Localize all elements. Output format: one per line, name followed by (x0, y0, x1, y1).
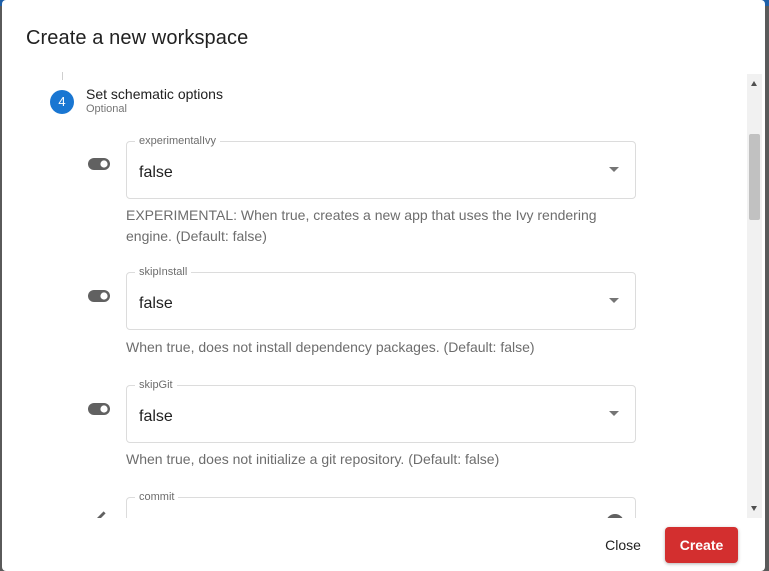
dialog-title: Create a new workspace (26, 27, 249, 49)
scroll-up-arrow-icon[interactable] (751, 81, 757, 86)
create-workspace-dialog: Create a new workspace 4 Set schematic o… (2, 0, 765, 571)
step-label[interactable]: Set schematic options (86, 86, 223, 102)
skip-install-hint: When true, does not install dependency p… (126, 339, 535, 355)
toggle-icon (88, 403, 110, 415)
field-value: false (139, 295, 173, 312)
field-label: commit (135, 490, 179, 504)
skip-git-hint: When true, does not initialize a git rep… (126, 451, 500, 467)
field-value: false (139, 164, 173, 181)
commit-field[interactable]: commit (126, 490, 636, 518)
experimental-ivy-select[interactable]: experimentalIvy false (126, 134, 636, 199)
stepper-line (62, 72, 63, 80)
skip-git-select[interactable]: skipGit false (126, 378, 636, 443)
field-value: false (139, 408, 173, 425)
skip-install-select[interactable]: skipInstall false (126, 265, 636, 330)
dialog-actions: Close Create (2, 518, 765, 571)
scrollbar-thumb[interactable] (749, 134, 760, 220)
content-scrollbar[interactable] (747, 74, 762, 518)
field-label: skipGit (135, 378, 177, 392)
step-number-badge: 4 (50, 90, 74, 114)
step-sublabel: Optional (86, 103, 127, 115)
toggle-icon (88, 158, 110, 170)
field-label: experimentalIvy (135, 134, 221, 148)
pencil-icon (97, 511, 106, 518)
field-label: skipInstall (135, 265, 192, 279)
toggle-icon (88, 290, 110, 302)
scroll-down-arrow-icon[interactable] (751, 506, 757, 511)
dropdown-arrow-icon (609, 298, 619, 303)
experimental-ivy-hint: EXPERIMENTAL: When true, creates a new a… (126, 207, 597, 244)
close-button[interactable]: Close (590, 527, 656, 563)
dialog-content: 4 Set schematic options Optional experim… (2, 72, 762, 518)
dropdown-arrow-icon (609, 167, 619, 172)
dropdown-arrow-icon (609, 411, 619, 416)
create-button[interactable]: Create (665, 527, 738, 563)
